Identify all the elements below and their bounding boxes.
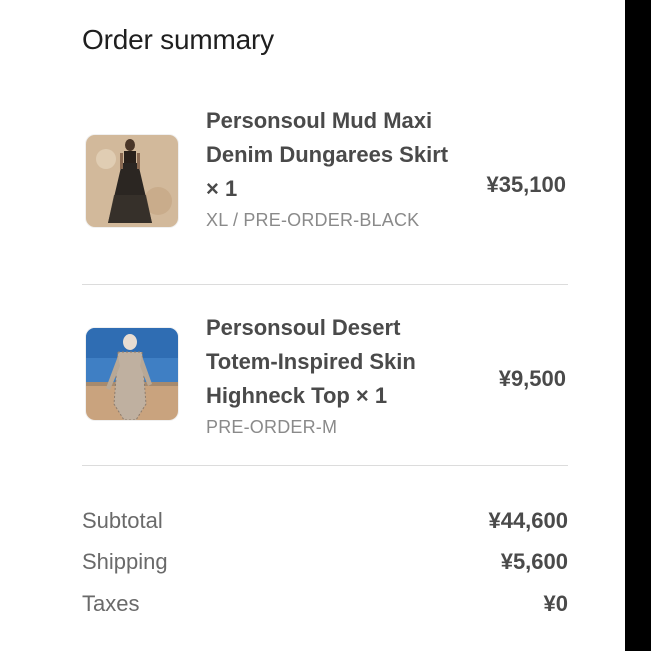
line-item-price: ¥35,100 <box>486 172 566 197</box>
product-name[interactable]: Personsoul Desert Totem-Inspired Skin Hi… <box>206 311 456 413</box>
items-totals-divider <box>82 465 568 466</box>
product-thumbnail[interactable] <box>86 135 178 227</box>
screenshot-frame: Order summary Personsoul Mud Maxi Denim … <box>0 0 651 651</box>
subtotal-row: Subtotal ¥44,600 <box>82 508 568 538</box>
shipping-label: Shipping <box>82 549 168 574</box>
product-name[interactable]: Personsoul Mud Maxi Denim Dungarees Skir… <box>206 104 456 206</box>
subtotal-value: ¥44,600 <box>488 508 568 533</box>
skirt-product-image-icon <box>86 135 178 227</box>
subtotal-label: Subtotal <box>82 508 163 533</box>
top-product-image-icon <box>86 328 178 420</box>
order-summary-title: Order summary <box>82 24 274 55</box>
taxes-label: Taxes <box>82 591 140 616</box>
line-item-details: Personsoul Mud Maxi Denim Dungarees Skir… <box>206 104 456 234</box>
taxes-row: Taxes ¥0 <box>82 591 568 621</box>
line-item-details: Personsoul Desert Totem-Inspired Skin Hi… <box>206 311 456 441</box>
order-summary-panel: Order summary Personsoul Mud Maxi Denim … <box>0 0 625 651</box>
shipping-row: Shipping ¥5,600 <box>82 549 568 579</box>
product-variant: XL / PRE-ORDER-BLACK <box>206 210 420 230</box>
taxes-value: ¥0 <box>543 591 568 616</box>
product-variant: PRE-ORDER-M <box>206 417 338 437</box>
product-thumbnail[interactable] <box>86 328 178 420</box>
item-divider <box>82 284 568 285</box>
line-item-price: ¥9,500 <box>498 366 566 391</box>
shipping-value: ¥5,600 <box>500 549 568 574</box>
